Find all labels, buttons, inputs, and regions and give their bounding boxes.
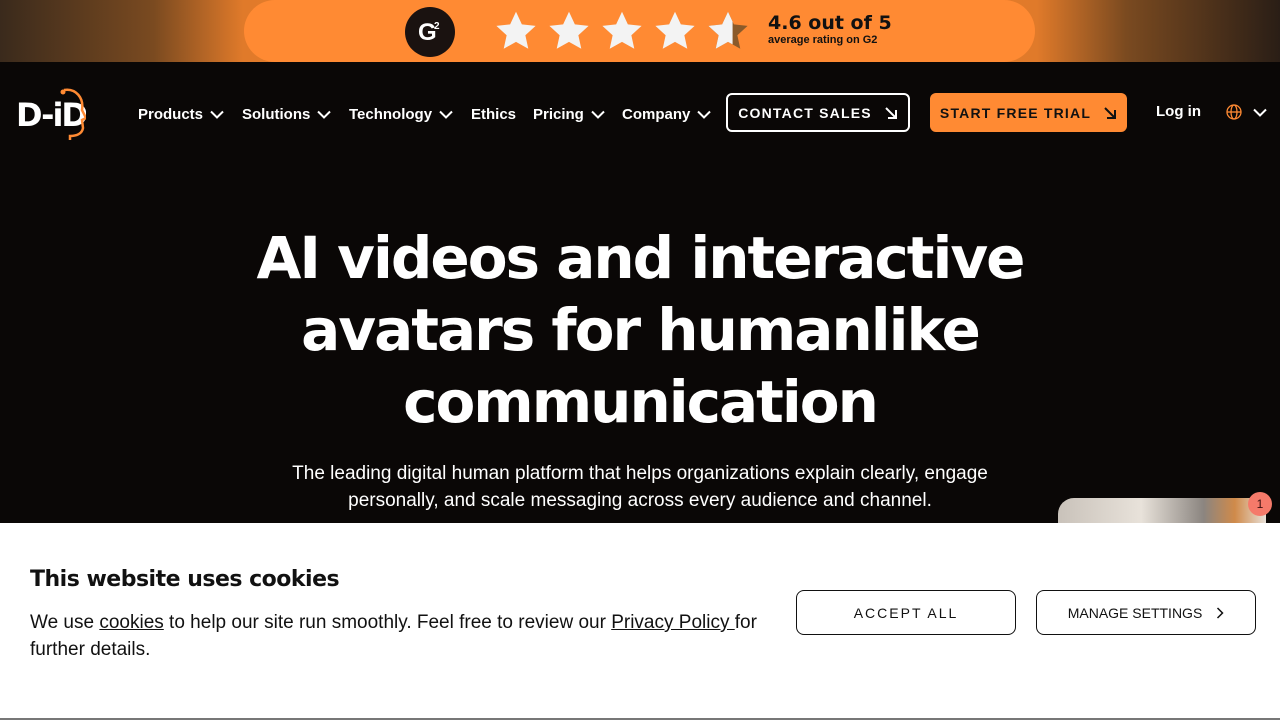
accept-all-button[interactable]: ACCEPT ALL bbox=[796, 590, 1016, 635]
cookies-link[interactable]: cookies bbox=[99, 612, 163, 633]
nav-item-label: Technology bbox=[349, 105, 433, 123]
cookie-text-mid: to help our site run smoothly. Feel free… bbox=[163, 612, 612, 633]
star-icon bbox=[549, 11, 589, 49]
nav-item-label: Products bbox=[138, 105, 204, 123]
rating-caption: average rating on G2 bbox=[768, 34, 878, 46]
cookie-banner: This website uses cookies We use cookies… bbox=[0, 523, 1280, 720]
cookie-text-pre: We use bbox=[30, 612, 100, 633]
svg-text:2: 2 bbox=[434, 21, 440, 32]
nav-item-label: Solutions bbox=[242, 105, 311, 123]
start-free-trial-button[interactable]: START FREE TRIAL bbox=[930, 93, 1127, 132]
star-icon bbox=[655, 11, 695, 49]
rating-stars bbox=[494, 9, 759, 53]
star-icon bbox=[496, 11, 536, 49]
notification-badge: 1 bbox=[1248, 492, 1272, 516]
login-link[interactable]: Log in bbox=[1156, 103, 1201, 120]
nav-item-label: Pricing bbox=[533, 105, 584, 123]
hero-title: AI videos and interactive avatars for hu… bbox=[240, 222, 1040, 438]
hero-subtitle: The leading digital human platform that … bbox=[270, 460, 1010, 514]
nav-item-pricing[interactable]: Pricing bbox=[533, 103, 605, 125]
nav-item-label: Company bbox=[622, 105, 691, 123]
rating-text: 4.6 out of 5 average rating on G2 bbox=[768, 12, 892, 46]
privacy-policy-link[interactable]: Privacy Policy bbox=[611, 612, 735, 633]
manage-settings-button[interactable]: MANAGE SETTINGS bbox=[1036, 590, 1256, 635]
main-nav: D-iD Products Solutions Technology Ethic… bbox=[0, 62, 1280, 162]
hero-subtitle-line: personally, and scale messaging across e… bbox=[348, 490, 932, 511]
nav-item-label: Ethics bbox=[471, 105, 517, 123]
contact-sales-button[interactable]: CONTACT SALES bbox=[726, 93, 910, 132]
nav-item-ethics[interactable]: Ethics bbox=[471, 103, 516, 125]
cookie-title: This website uses cookies bbox=[30, 567, 340, 592]
hero-title-line: avatars for humanlike bbox=[301, 296, 981, 364]
chevron-down-icon bbox=[591, 110, 605, 119]
nav-item-solutions[interactable]: Solutions bbox=[242, 103, 332, 125]
chevron-down-icon[interactable] bbox=[1253, 108, 1267, 117]
arrow-down-right-icon bbox=[885, 106, 897, 119]
chevron-down-icon bbox=[439, 110, 453, 119]
chevron-right-icon bbox=[1217, 606, 1224, 619]
nav-item-company[interactable]: Company bbox=[622, 103, 712, 125]
hero-title-line: communication bbox=[403, 368, 879, 436]
svg-text:D-iD: D-iD bbox=[16, 96, 86, 134]
rating-banner[interactable]: G 2 4.6 out of 5 average rating on G2 bbox=[0, 0, 1280, 62]
chevron-down-icon bbox=[210, 110, 224, 119]
arrow-down-right-icon bbox=[1104, 106, 1117, 119]
nav-item-technology[interactable]: Technology bbox=[349, 103, 453, 125]
d-id-logo[interactable]: D-iD bbox=[16, 84, 86, 142]
manage-settings-label: MANAGE SETTINGS bbox=[1067, 604, 1203, 621]
hero-subtitle-line: The leading digital human platform that … bbox=[292, 463, 988, 484]
chevron-down-icon bbox=[317, 110, 332, 119]
g2-logo: G 2 bbox=[405, 7, 455, 57]
globe-icon[interactable] bbox=[1226, 104, 1242, 120]
contact-sales-label: CONTACT SALES bbox=[738, 104, 872, 121]
start-free-trial-label: START FREE TRIAL bbox=[939, 104, 1092, 121]
star-icon bbox=[602, 11, 642, 49]
hero-title-line: AI videos and interactive bbox=[256, 224, 1025, 292]
cookie-text: We use cookies to help our site run smoo… bbox=[30, 609, 770, 663]
nav-item-products[interactable]: Products bbox=[138, 103, 224, 125]
star-half-icon bbox=[708, 11, 748, 49]
chevron-down-icon bbox=[697, 110, 712, 119]
rating-score: 4.6 out of 5 bbox=[768, 12, 892, 34]
